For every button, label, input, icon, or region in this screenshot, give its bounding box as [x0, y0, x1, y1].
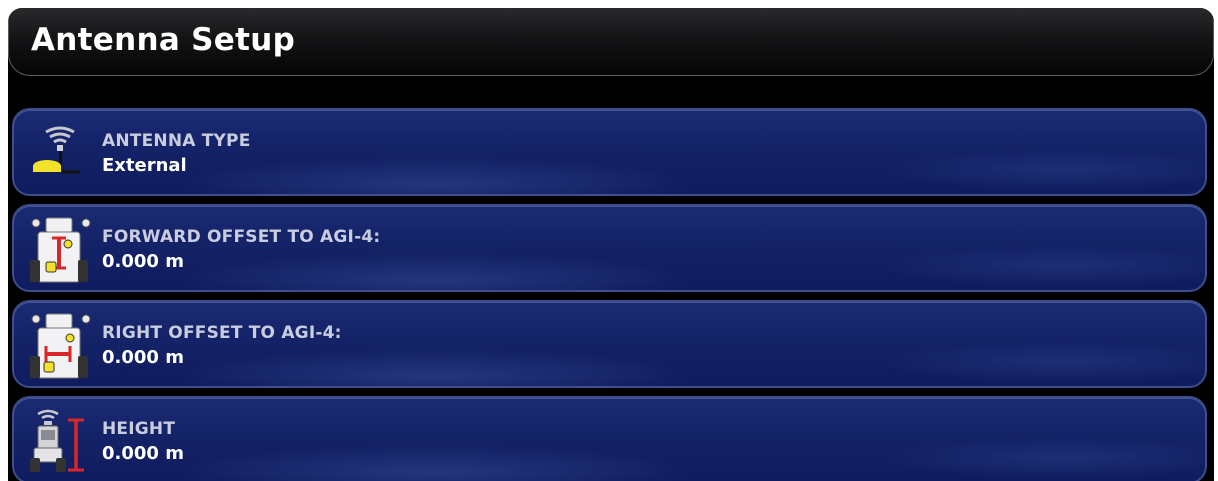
- right-offset-label: RIGHT OFFSET TO AGI-4:: [102, 323, 342, 343]
- forward-offset-label: FORWARD OFFSET TO AGI-4:: [102, 227, 381, 247]
- forward-offset-icon: [24, 216, 92, 284]
- height-row[interactable]: HEIGHT 0.000 m: [12, 396, 1207, 481]
- antenna-icon: [24, 120, 92, 188]
- forward-offset-value: 0.000 m: [102, 251, 184, 272]
- antenna-type-row[interactable]: ANTENNA TYPE External: [12, 108, 1207, 196]
- right-offset-row[interactable]: RIGHT OFFSET TO AGI-4: 0.000 m: [12, 300, 1207, 388]
- right-offset-icon: [24, 312, 92, 380]
- right-offset-value: 0.000 m: [102, 347, 184, 368]
- title-bar: Antenna Setup: [8, 8, 1214, 76]
- height-value: 0.000 m: [102, 443, 184, 464]
- height-label: HEIGHT: [102, 419, 176, 439]
- antenna-type-value: External: [102, 155, 187, 176]
- height-icon: [24, 408, 92, 476]
- antenna-setup-screen: Antenna Setup ANTENNA TYPE External FORW…: [8, 8, 1214, 481]
- page-title: Antenna Setup: [31, 22, 296, 58]
- antenna-type-label: ANTENNA TYPE: [102, 131, 251, 151]
- forward-offset-row[interactable]: FORWARD OFFSET TO AGI-4: 0.000 m: [12, 204, 1207, 292]
